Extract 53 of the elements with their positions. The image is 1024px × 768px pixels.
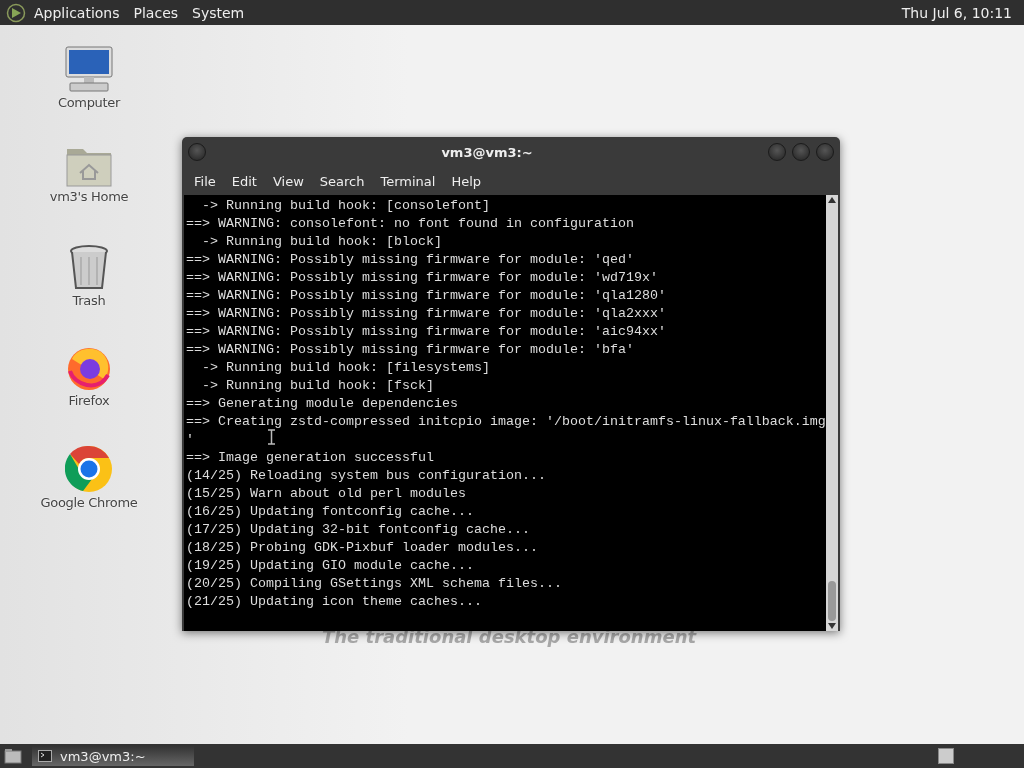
scroll-up-icon[interactable]: [827, 197, 836, 203]
desktop-icon-label[interactable]: Google Chrome: [40, 495, 138, 510]
scroll-down-icon[interactable]: [827, 623, 836, 629]
clock[interactable]: Thu Jul 6, 10:11: [901, 4, 1012, 21]
menu-logo-icon[interactable]: [6, 2, 26, 23]
terminal-line: ==> WARNING: consolefont: no font found in configuration: [186, 215, 634, 233]
menu-item[interactable]: Search: [311, 173, 373, 189]
desktop-icon-label[interactable]: vm3's Home: [49, 189, 129, 204]
menu-item[interactable]: Terminal: [372, 173, 444, 189]
trash-icon[interactable]: [69, 245, 109, 291]
terminal-line: ==> WARNING: Possibly missing firmware for module: 'aic94xx': [186, 323, 666, 341]
terminal-line: ==> WARNING: Possibly missing firmware for module: 'bfa': [186, 341, 634, 359]
terminal-line: (14/25) Reloading system bus configuration...: [186, 467, 546, 485]
menu-item[interactable]: View: [264, 173, 312, 189]
terminal-line: ==> WARNING: Possibly missing firmware for module: 'wd719x': [186, 269, 658, 287]
terminal-line: ==> WARNING: Possibly missing firmware for module: 'qla2xxx': [186, 305, 666, 323]
terminal-line: (21/25) Updating icon theme caches...: [186, 593, 482, 611]
terminal-line: ==> Generating module dependencies: [186, 395, 458, 413]
terminal-line: ==> Creating zstd-compressed initcpio image: '/boot/initramfs-linux-fallback.img: [186, 413, 826, 431]
panel-menu[interactable]: Places: [133, 4, 179, 21]
terminal-line: (15/25) Warn about old perl modules: [186, 485, 466, 503]
desktop-icon-label[interactable]: Computer: [57, 95, 121, 110]
terminal-line: ==> WARNING: Possibly missing firmware for module: 'qla1280': [186, 287, 666, 305]
terminal-line: -> Running build hook: [fsck]: [201, 377, 434, 395]
text-cursor-icon: [268, 429, 275, 445]
terminal-line: (18/25) Probing GDK-Pixbuf loader modules...: [186, 539, 538, 557]
terminal-line: ': [186, 431, 194, 449]
panel-menu[interactable]: System: [192, 4, 245, 21]
terminal-line: ==> Image generation successful: [186, 449, 434, 467]
terminal-line: ==> WARNING: Possibly missing firmware for module: 'qed': [186, 251, 634, 269]
computer-icon[interactable]: [64, 45, 114, 93]
show-desktop-icon[interactable]: [4, 748, 22, 764]
chrome-icon[interactable]: [65, 445, 113, 493]
terminal-line: -> Running build hook: [consolefont]: [201, 197, 490, 215]
desktop-icon-label[interactable]: Trash: [72, 293, 106, 308]
scrollbar[interactable]: [825, 195, 838, 631]
terminal-line: (16/25) Updating fontconfig cache...: [186, 503, 474, 521]
firefox-icon[interactable]: [66, 345, 112, 391]
terminal-line: (20/25) Compiling GSettings XML schema files...: [186, 575, 562, 593]
menu-item[interactable]: Edit: [223, 173, 265, 189]
terminal-line: -> Running build hook: [filesystems]: [201, 359, 490, 377]
scrollbar-thumb[interactable]: [827, 581, 836, 621]
window-title: vm3@vm3:~: [440, 144, 534, 160]
menu-item[interactable]: File: [186, 173, 224, 189]
terminal-icon: [38, 750, 52, 762]
terminal-line: (17/25) Updating 32-bit fontconfig cache...: [186, 521, 530, 539]
panel-menu[interactable]: Applications: [34, 4, 120, 21]
workspace-switcher[interactable]: [938, 748, 954, 764]
menu-item[interactable]: Help: [443, 173, 490, 189]
terminal-line: (19/25) Updating GIO module cache...: [186, 557, 474, 575]
taskbar-button[interactable]: vm3@vm3:~: [32, 746, 194, 766]
desktop-icon-label[interactable]: Firefox: [68, 393, 110, 408]
terminal-line: -> Running build hook: [block]: [201, 233, 442, 251]
